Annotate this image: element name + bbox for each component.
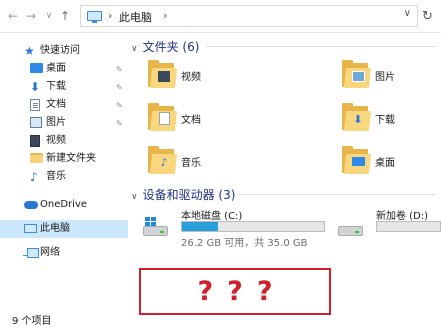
folder-label: 桌面 (375, 158, 395, 169)
status-bar-item-count: 9 个项目 (12, 316, 52, 327)
video-icon (30, 135, 40, 147)
refresh-button[interactable]: ↻ (422, 9, 433, 24)
group-title: 文件夹 (6) (142, 40, 200, 54)
folder-label: 图片 (375, 72, 395, 83)
back-button[interactable]: ← (6, 9, 20, 23)
sidebar-item-music[interactable]: ♪ 音乐 (0, 168, 128, 186)
picture-icon (30, 117, 42, 128)
drive-usage-bar (181, 221, 325, 232)
chevron-down-icon[interactable]: ∨ (131, 44, 138, 54)
folder-tile-pictures[interactable]: 图片 (342, 56, 441, 96)
up-button[interactable]: ↑ (58, 9, 72, 23)
pin-icon[interactable]: ✎ (116, 61, 123, 79)
drive-name: 本地磁盘 (C:) (181, 211, 243, 222)
sidebar-item-label: OneDrive (40, 199, 88, 210)
pictures-folder-icon (342, 60, 372, 90)
forward-button[interactable]: → (24, 9, 38, 23)
sidebar-item-downloads[interactable]: ⬇ 下载 ✎ (0, 78, 128, 96)
sidebar-item-label: 音乐 (46, 171, 66, 182)
sidebar-item-label: 视频 (46, 135, 66, 146)
desktop-icon (30, 63, 43, 73)
music-icon: ♪ (30, 170, 38, 184)
computer-icon (24, 224, 37, 233)
sidebar-item-documents[interactable]: 文档 ✎ (0, 96, 128, 114)
folder-tile-videos[interactable]: 视频 (148, 56, 298, 96)
sidebar-item-this-pc[interactable]: 此电脑 (0, 220, 128, 238)
folder-tile-downloads[interactable]: ⬇ 下载 (342, 99, 441, 139)
folder-label: 视频 (181, 72, 201, 83)
sidebar-item-network[interactable]: 网络 (0, 244, 128, 262)
question-marks: ??? (197, 276, 287, 307)
group-title: 设备和驱动器 (3) (142, 188, 236, 202)
computer-icon (87, 11, 102, 23)
breadcrumb-separator[interactable]: › (163, 9, 167, 22)
document-icon (30, 99, 40, 111)
music-folder-icon: ♪ (148, 146, 178, 176)
group-divider (206, 46, 436, 47)
breadcrumb-separator[interactable]: › (108, 9, 112, 22)
drives-group-header[interactable]: ∨ 设备和驱动器 (3) (131, 186, 235, 203)
sidebar-item-label: 此电脑 (40, 223, 70, 234)
drive-usage-fill (182, 222, 218, 231)
chevron-down-icon[interactable]: ∨ (131, 192, 138, 202)
sidebar-item-pictures[interactable]: 图片 ✎ (0, 114, 128, 132)
pin-icon[interactable]: ✎ (116, 115, 123, 133)
folder-icon (30, 153, 43, 163)
folder-tile-documents[interactable]: 文档 (148, 99, 298, 139)
sidebar-item-label: 新建文件夹 (46, 153, 96, 164)
sidebar-item-onedrive[interactable]: OneDrive (0, 196, 128, 214)
star-icon: ★ (24, 44, 35, 58)
folder-tile-desktop[interactable]: 桌面 (342, 142, 441, 182)
downloads-folder-icon: ⬇ (342, 103, 372, 133)
video-folder-icon (148, 60, 178, 90)
sidebar-item-desktop[interactable]: 桌面 ✎ (0, 60, 128, 78)
sidebar-item-label: 下载 (46, 81, 66, 92)
windows-drive-icon (143, 217, 168, 237)
cloud-icon (24, 201, 38, 209)
download-icon: ⬇ (30, 80, 41, 94)
pin-icon[interactable]: ✎ (116, 79, 123, 97)
pin-icon[interactable]: ✎ (116, 97, 123, 115)
sidebar-item-label: 桌面 (46, 63, 66, 74)
folder-label: 文档 (181, 115, 201, 126)
sidebar-item-new-folder[interactable]: 新建文件夹 (0, 150, 128, 168)
sidebar-item-quick-access[interactable]: ★ 快速访问 (0, 42, 128, 60)
recent-locations-button[interactable]: ∨ (42, 9, 56, 23)
drive-icon (338, 217, 363, 237)
navigation-pane: ★ 快速访问 桌面 ✎ ⬇ 下载 ✎ 文档 ✎ 图片 ✎ 视频 新建文件夹 ♪ … (0, 34, 128, 335)
navigation-bar: ← → ∨ ↑ › 此电脑 › ∨ ↻ (0, 0, 441, 33)
drive-free-space: 26.2 GB 可用，共 35.0 GB (181, 238, 308, 249)
documents-folder-icon (148, 103, 178, 133)
folders-group-header[interactable]: ∨ 文件夹 (6) (131, 38, 199, 55)
desktop-folder-icon (342, 146, 372, 176)
folder-tile-music[interactable]: ♪ 音乐 (148, 142, 298, 182)
network-icon (23, 248, 39, 258)
group-divider (238, 194, 436, 195)
sidebar-item-label: 快速访问 (40, 45, 80, 56)
breadcrumb-this-pc[interactable]: 此电脑 (119, 9, 152, 25)
drive-name: 新加卷 (D:) (376, 211, 429, 222)
sidebar-item-label: 文档 (46, 99, 66, 110)
address-bar[interactable]: › 此电脑 › ∨ (80, 5, 418, 27)
folder-label: 音乐 (181, 158, 201, 169)
drive-usage-bar (376, 221, 441, 232)
missing-drive-annotation: ??? (139, 268, 331, 315)
folder-label: 下载 (375, 115, 395, 126)
sidebar-item-videos[interactable]: 视频 (0, 132, 128, 150)
drive-tile-d[interactable]: 新加卷 (D:) (338, 207, 441, 249)
address-history-dropdown[interactable]: ∨ (404, 8, 411, 19)
drive-tile-c[interactable]: 本地磁盘 (C:) 26.2 GB 可用，共 35.0 GB (143, 207, 333, 249)
sidebar-item-label: 网络 (40, 247, 60, 258)
sidebar-item-label: 图片 (46, 117, 66, 128)
